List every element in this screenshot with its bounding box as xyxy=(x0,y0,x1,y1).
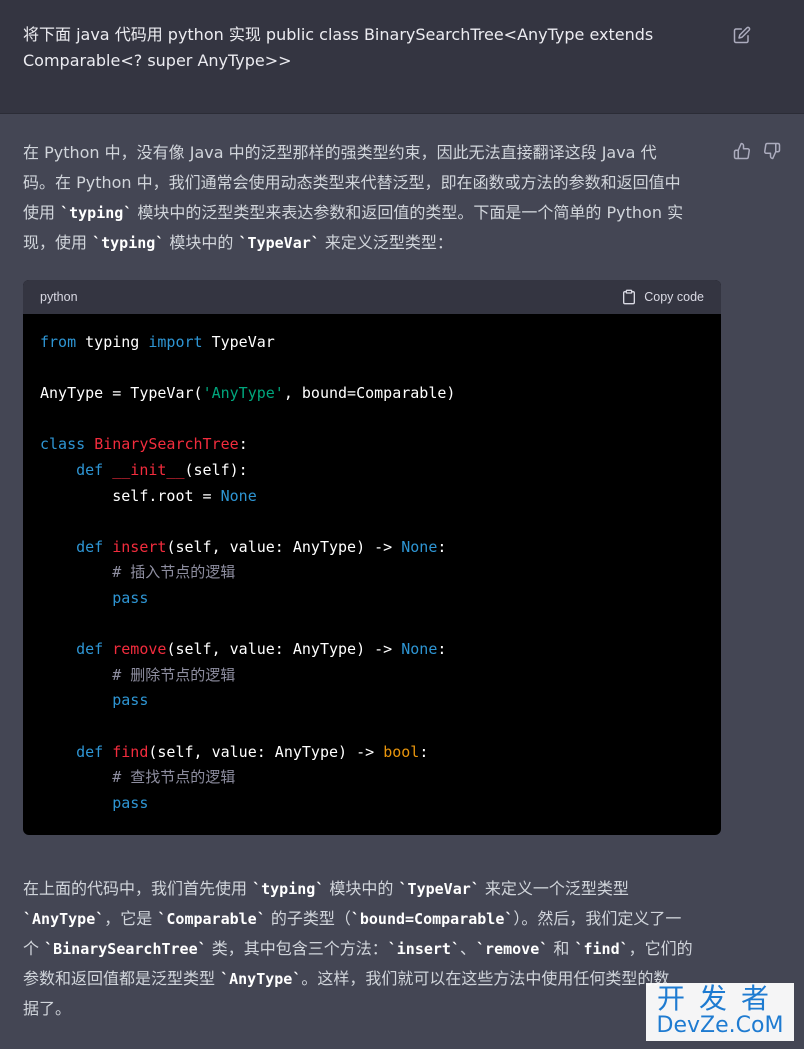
outro-text: 模块中的 xyxy=(324,879,399,898)
user-message-line: 将下面 java 代码用 python 实现 public class Bina… xyxy=(23,25,654,44)
code-line: AnyType = TypeVar('AnyType', bound=Compa… xyxy=(40,384,456,403)
inline-code: `AnyType` xyxy=(23,910,105,928)
inline-code: `bound=Comparable` xyxy=(350,910,514,928)
inline-code: `BinarySearchTree` xyxy=(44,940,207,958)
copy-code-label: Copy code xyxy=(644,290,704,304)
code-line: def __init__(self): xyxy=(76,460,248,479)
outro-text: 。这样，我们就可以在这些方法中使用任何类型的数 xyxy=(301,969,670,988)
code-line: # 删除节点的逻辑 xyxy=(40,665,236,684)
assistant-intro: 在 Python 中，没有像 Java 中的泛型那样的强类型约束，因此无法直接翻… xyxy=(23,138,723,258)
code-content: from typing import TypeVar AnyType = Typ… xyxy=(40,330,455,816)
code-line: pass xyxy=(112,588,149,607)
thumbs-down-icon[interactable] xyxy=(763,142,781,160)
user-message-line: Comparable<? super AnyType>> xyxy=(23,51,292,70)
code-block: python Copy code from typing import Type… xyxy=(23,280,721,835)
code-line: pass xyxy=(112,793,149,812)
clipboard-icon xyxy=(623,289,636,305)
intro-text: 使用 xyxy=(23,203,61,222)
watermark-top-text: 开发者 xyxy=(656,982,783,1015)
inline-code: `typing` xyxy=(252,880,325,898)
outro-line: 个 `BinarySearchTree` 类，其中包含三个方法：`insert`… xyxy=(23,934,723,964)
code-line: self.root = None xyxy=(40,486,257,505)
outro-text: 和 xyxy=(548,939,575,958)
code-line: from typing import TypeVar xyxy=(40,333,275,351)
code-line: # 插入节点的逻辑 xyxy=(40,563,236,582)
code-line: def remove(self, value: AnyType) -> None… xyxy=(76,640,447,659)
inline-code: `TypeVar` xyxy=(238,234,320,252)
outro-line: 参数和返回值都是泛型类型 `AnyType`。这样，我们就可以在这些方法中使用任… xyxy=(23,964,723,994)
code-language: python xyxy=(40,290,78,304)
outro-line: 据了。 xyxy=(23,999,72,1018)
outro-text: 的子类型（ xyxy=(265,909,351,928)
inline-code: `insert` xyxy=(387,940,460,958)
outro-text: 在上面的代码中，我们首先使用 xyxy=(23,879,253,898)
intro-line: 码。在 Python 中，我们通常会使用动态类型来代替泛型，即在函数或方法的参数… xyxy=(23,173,681,192)
outro-text: 来定义一个泛型类型 xyxy=(479,879,629,898)
assistant-outro: 在上面的代码中，我们首先使用 `typing` 模块中的 `TypeVar` 来… xyxy=(23,874,723,1024)
inline-code: `typing` xyxy=(60,204,133,222)
inline-code: `TypeVar` xyxy=(398,880,480,898)
inline-code: `Comparable` xyxy=(157,910,266,928)
edit-icon[interactable] xyxy=(733,26,751,44)
inline-code: `AnyType` xyxy=(220,970,302,988)
intro-line: 使用 `typing` 模块中的泛型类型来表达参数和返回值的类型。下面是一个简单… xyxy=(23,198,723,228)
user-message-text: 将下面 java 代码用 python 实现 public class Bina… xyxy=(23,22,703,74)
watermark-logo: 开发者 DevZe.CoM xyxy=(646,983,794,1041)
outro-text: 参数和返回值都是泛型类型 xyxy=(23,969,221,988)
user-message: 将下面 java 代码用 python 实现 public class Bina… xyxy=(0,0,804,114)
code-header: python Copy code xyxy=(23,280,721,314)
inline-code: `remove` xyxy=(476,940,549,958)
outro-text: ）。然后，我们定义了一 xyxy=(513,909,682,928)
intro-line: 现，使用 `typing` 模块中的 `TypeVar` 来定义泛型类型： xyxy=(23,228,723,258)
code-line: def insert(self, value: AnyType) -> None… xyxy=(76,537,447,556)
intro-text: 来定义泛型类型： xyxy=(319,233,453,252)
copy-code-button[interactable]: Copy code xyxy=(621,288,704,306)
code-line: def find(self, value: AnyType) -> bool: xyxy=(76,742,429,761)
outro-text: 、 xyxy=(460,939,477,958)
code-line: # 查找节点的逻辑 xyxy=(40,768,236,787)
outro-text: 个 xyxy=(23,939,45,958)
intro-text: 模块中的 xyxy=(164,233,239,252)
outro-line: 在上面的代码中，我们首先使用 `typing` 模块中的 `TypeVar` 来… xyxy=(23,874,723,904)
inline-code: `typing` xyxy=(92,234,165,252)
watermark-bottom-text: DevZe.CoM xyxy=(656,1013,784,1038)
code-line: pass xyxy=(112,691,149,710)
outro-line: `AnyType`，它是 `Comparable` 的子类型（`bound=Co… xyxy=(23,904,723,934)
intro-line: 在 Python 中，没有像 Java 中的泛型那样的强类型约束，因此无法直接翻… xyxy=(23,143,657,162)
outro-text: ，它是 xyxy=(104,909,158,928)
inline-code: `find` xyxy=(574,940,629,958)
code-line: class BinarySearchTree: xyxy=(40,435,248,454)
intro-text: 现，使用 xyxy=(23,233,93,252)
outro-text: 类，其中包含三个方法： xyxy=(206,939,388,958)
intro-text: 模块中的泛型类型来表达参数和返回值的类型。下面是一个简单的 Python 实 xyxy=(132,203,684,222)
thumbs-up-icon[interactable] xyxy=(733,142,751,160)
outro-text: ，它们的 xyxy=(628,939,693,958)
